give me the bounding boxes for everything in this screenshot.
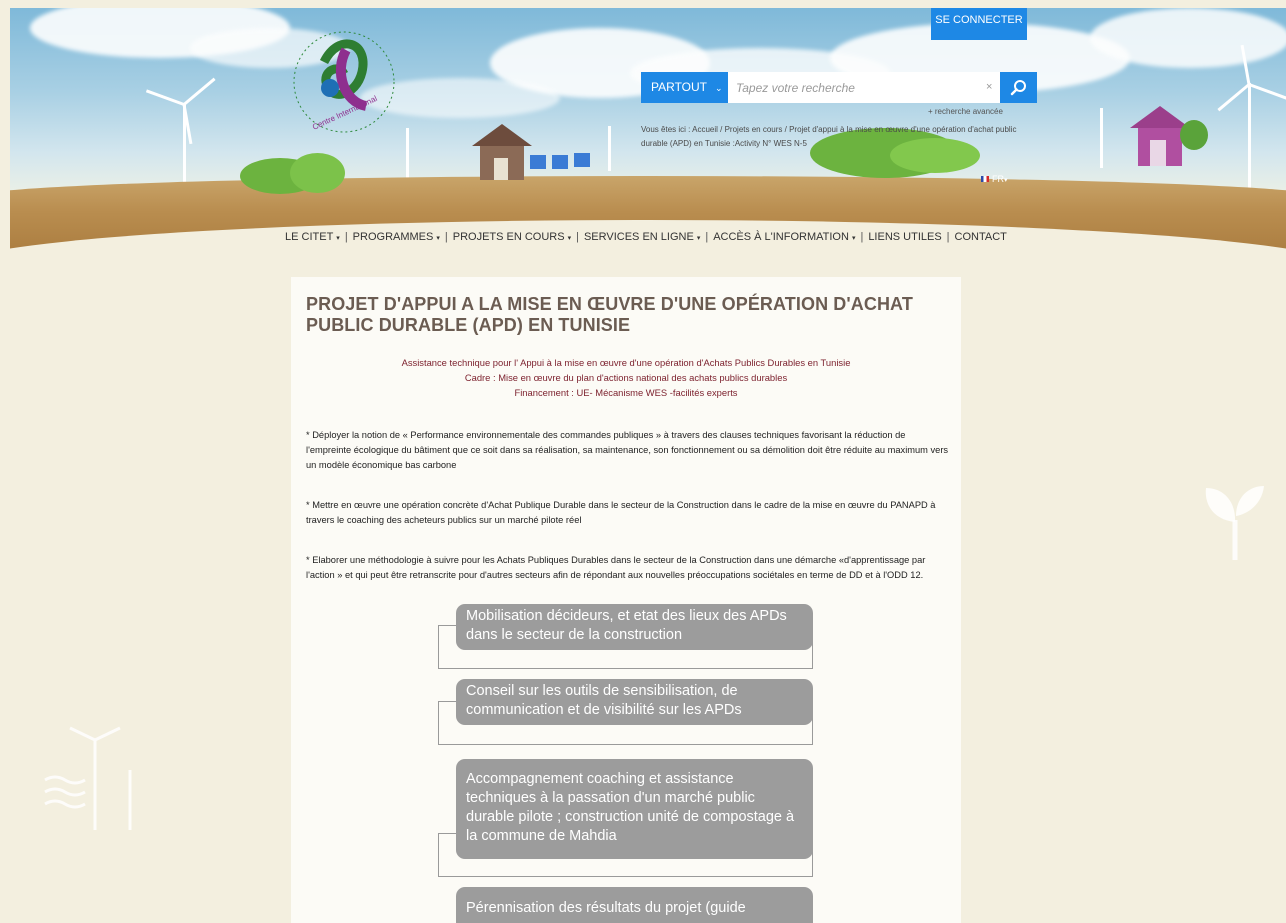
caret-down-icon: ▾ bbox=[696, 235, 701, 242]
house-icon bbox=[472, 124, 532, 180]
nav-item-label: SERVICES EN LIGNE bbox=[583, 231, 694, 243]
search-icon bbox=[1010, 79, 1026, 95]
nav-item-label: LE CITET bbox=[285, 231, 334, 243]
subtitle-line: Assistance technique pour l' Appui à la … bbox=[401, 357, 851, 368]
objective-paragraph: * Elaborer une méthodologie à suivre pou… bbox=[306, 555, 926, 580]
connect-button[interactable]: SE CONNECTER bbox=[931, 8, 1027, 40]
search-button[interactable] bbox=[1000, 72, 1037, 103]
search-bar: PARTOUT ⌄ × bbox=[641, 72, 1037, 103]
chevron-down-icon: ⌄ bbox=[715, 83, 723, 93]
nav-item-le-citet[interactable]: LE CITET ▾ bbox=[285, 231, 340, 243]
page-title: PROJET D'APPUI A LA MISE EN ŒUVRE D'UNE … bbox=[306, 294, 913, 335]
clear-search-button[interactable]: × bbox=[986, 72, 1000, 103]
caret-down-icon: ▾ bbox=[567, 235, 572, 242]
nav-item-label: PROJETS EN COURS bbox=[452, 231, 565, 243]
nav-item-label: ACCÈS À L'INFORMATION bbox=[713, 231, 849, 243]
nav-item-acces-information[interactable]: ACCÈS À L'INFORMATION ▾ bbox=[713, 231, 855, 243]
nav-item-projets-en-cours[interactable]: PROJETS EN COURS ▾ bbox=[453, 231, 571, 243]
nav-item-liens-utiles[interactable]: LIENS UTILES bbox=[868, 231, 941, 243]
flag-fr-icon bbox=[981, 176, 989, 182]
search-scope-dropdown[interactable]: PARTOUT ⌄ bbox=[641, 72, 728, 103]
solar-panels-icon bbox=[530, 153, 590, 169]
svg-text:Centre International: Centre International bbox=[311, 94, 379, 132]
language-selector[interactable]: FR▾ bbox=[981, 174, 1008, 184]
content-panel: PROJET D'APPUI A LA MISE EN ŒUVRE D'UNE … bbox=[291, 277, 961, 923]
step-box: Mobilisation décideurs, et etat des lieu… bbox=[456, 604, 813, 650]
nav-item-contact[interactable]: CONTACT bbox=[955, 231, 1007, 243]
step-box: Pérennisation des résultats du projet (g… bbox=[456, 887, 813, 923]
subtitle-line: Cadre : Mise en œuvre du plan d'actions … bbox=[464, 372, 788, 383]
main-nav: LE CITET ▾ | PROGRAMMES ▾ | PROJETS EN COURS ▾ |… bbox=[285, 231, 1007, 243]
advanced-search-link[interactable]: + recherche avancée bbox=[928, 107, 1003, 116]
objective-paragraph: * Mettre en œuvre une opération concrète… bbox=[306, 500, 936, 525]
search-scope-label: PARTOUT bbox=[651, 80, 708, 94]
step-box: Accompagnement coaching et assistance te… bbox=[456, 759, 813, 859]
wind-turbine-icon bbox=[44, 726, 132, 830]
nav-item-label: PROGRAMMES bbox=[352, 231, 434, 243]
nav-item-services-en-ligne[interactable]: SERVICES EN LIGNE ▾ bbox=[584, 231, 700, 243]
caret-down-icon: ▾ bbox=[336, 235, 340, 242]
objective-paragraph: * Déployer la notion de « Performance en… bbox=[306, 430, 949, 470]
subtitle-line: Financement : UE- Mécanisme WES -facilit… bbox=[514, 387, 738, 398]
search-input[interactable] bbox=[728, 72, 986, 103]
caret-down-icon: ▾ bbox=[436, 235, 440, 242]
step-box: Conseil sur les outils de sensibilisatio… bbox=[456, 679, 813, 725]
logo-citet: Centre International bbox=[293, 31, 395, 133]
nav-item-programmes[interactable]: PROGRAMMES ▾ bbox=[353, 231, 440, 243]
caret-down-icon: ▾ bbox=[851, 235, 856, 242]
seedling-icon bbox=[1205, 486, 1264, 560]
breadcrumb: Vous êtes ici : Accueil / Projets en cou… bbox=[641, 125, 1017, 148]
language-label: FR bbox=[992, 174, 1004, 184]
chevron-down-icon: ▾ bbox=[1004, 177, 1008, 184]
